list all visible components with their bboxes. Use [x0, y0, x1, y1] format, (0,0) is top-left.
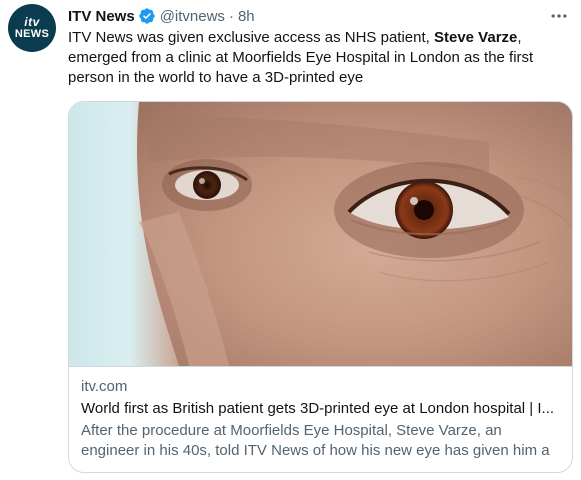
tweet[interactable]: itv NEWS ITV News @itvnews · 8h ITV News…: [0, 0, 581, 480]
more-options-icon[interactable]: [547, 6, 571, 26]
card-domain: itv.com: [81, 378, 128, 395]
tweet-text-part1: ITV News was given exclusive access as N…: [68, 29, 434, 46]
separator-dot: ·: [228, 7, 234, 25]
tweet-header: ITV News @itvnews · 8h: [68, 6, 255, 26]
card-description: After the procedure at Moorfields Eye Ho…: [81, 422, 550, 459]
avatar-logo-news: NEWS: [14, 27, 50, 40]
avatar-logo-itv: itv: [24, 14, 40, 29]
tweet-text-bold-name: Steve Varze: [433, 29, 518, 46]
card-image[interactable]: [69, 102, 572, 366]
card-title: World first as British patient gets 3D-p…: [81, 400, 555, 417]
tweet-text: ITV News was given exclusive access as N…: [68, 28, 568, 88]
link-card[interactable]: itv.com World first as British patient g…: [68, 101, 573, 473]
tweet-timestamp[interactable]: 8h: [238, 8, 255, 25]
card-info[interactable]: itv.com World first as British patient g…: [69, 366, 572, 472]
verified-badge-icon: [139, 8, 155, 24]
author-handle[interactable]: @itvnews: [160, 8, 225, 25]
author-name[interactable]: ITV News: [68, 8, 135, 25]
avatar[interactable]: itv NEWS: [8, 4, 56, 52]
